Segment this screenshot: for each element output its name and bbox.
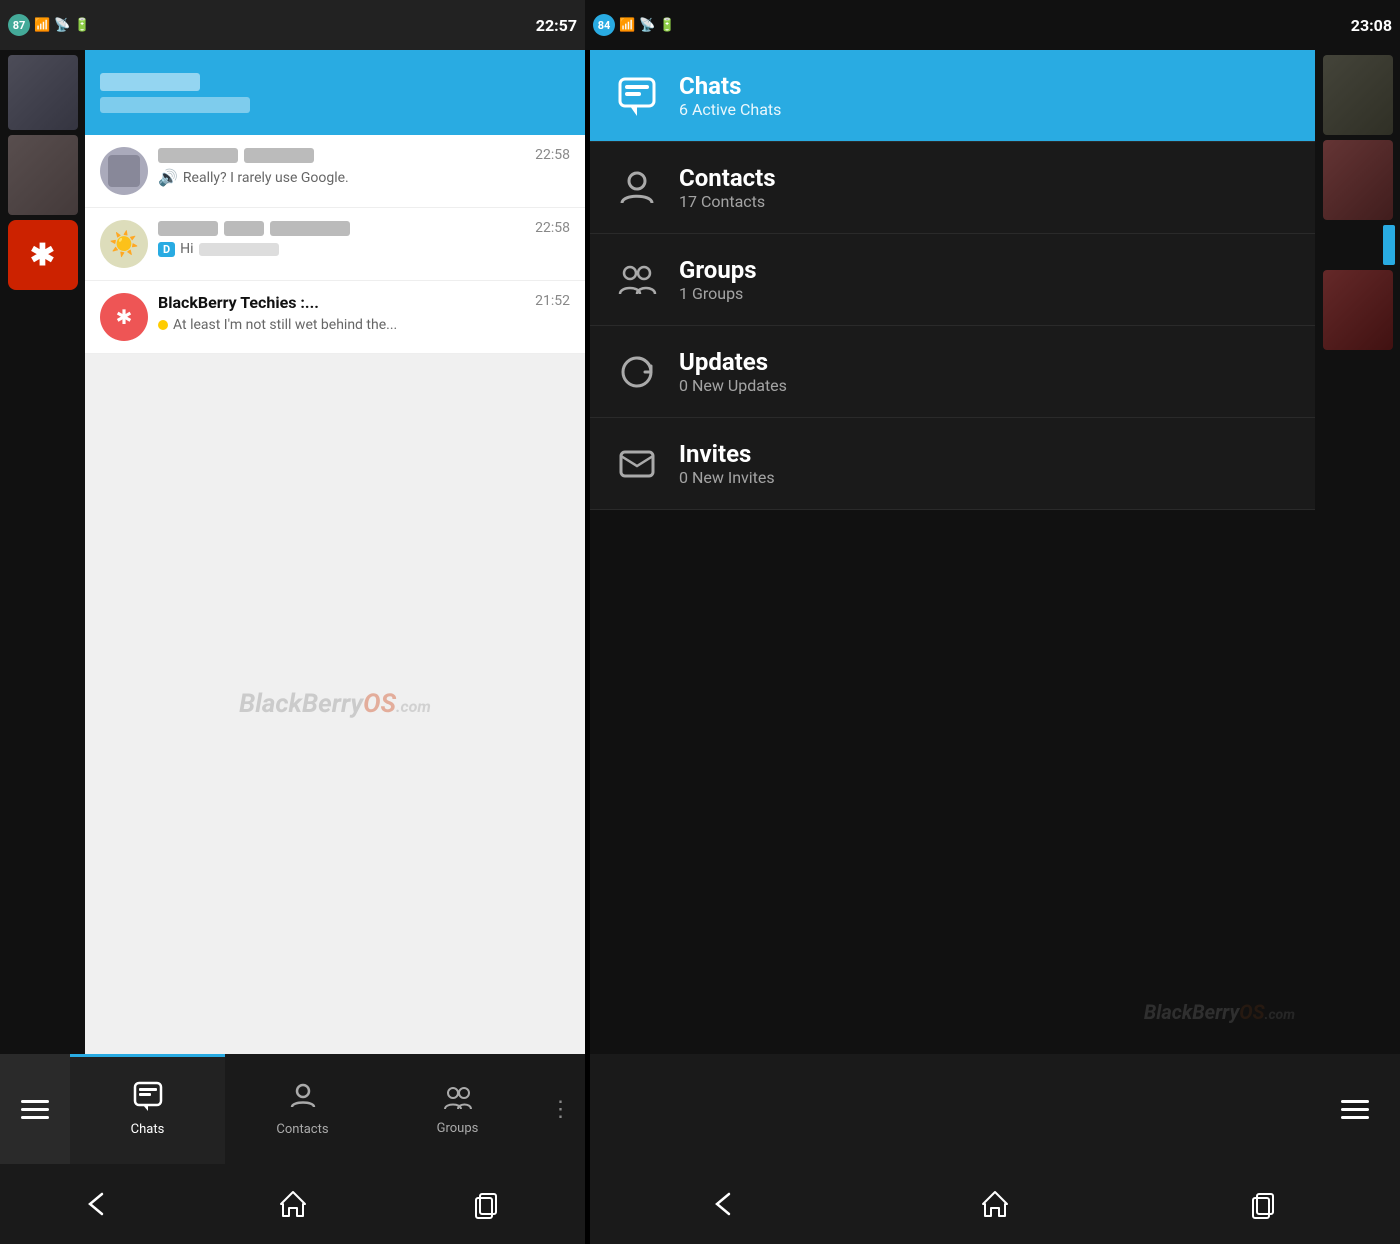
- chat-name-3: BlackBerry Techies :...: [158, 293, 319, 312]
- right-time: 23:08: [1351, 16, 1392, 35]
- contacts-menu-icon: [615, 166, 659, 210]
- hamburger-menu-left[interactable]: [0, 1054, 70, 1164]
- menu-item-chats[interactable]: Chats 6 Active Chats: [590, 50, 1315, 142]
- groups-tab-label: Groups: [437, 1121, 479, 1136]
- invites-menu-title: Invites: [679, 440, 775, 468]
- groups-tab-icon: [443, 1083, 473, 1117]
- contacts-tab-label: Contacts: [276, 1122, 328, 1137]
- chat-time-3: 21:52: [535, 293, 570, 312]
- hamburger-menu-right[interactable]: [1320, 1069, 1390, 1149]
- menu-item-invites[interactable]: Invites 0 New Invites: [590, 418, 1315, 510]
- right-badge: 84: [593, 14, 615, 36]
- menu-item-groups[interactable]: Groups 1 Groups: [590, 234, 1315, 326]
- dot-yellow: [158, 320, 168, 330]
- left-wifi-icon: 📡: [54, 18, 70, 33]
- chat-empty-area: BlackBerryOS.com: [85, 354, 585, 1054]
- recents-button-left[interactable]: [448, 1174, 528, 1234]
- chats-tab-label: Chats: [131, 1122, 165, 1137]
- groups-menu-subtitle: 1 Groups: [679, 284, 757, 303]
- d-badge: D: [158, 242, 175, 257]
- chat-preview-2: Hi: [180, 241, 193, 257]
- groups-menu-icon: [615, 258, 659, 302]
- recents-button-right[interactable]: [1225, 1174, 1305, 1234]
- edge-avatar-red: ✱: [8, 220, 78, 290]
- left-badge: 87: [8, 14, 30, 36]
- contacts-tab-icon: [288, 1081, 318, 1118]
- chat-item-3[interactable]: ✱ BlackBerry Techies :... 21:52 At least…: [85, 281, 585, 354]
- right-edge-photo-1: [1323, 55, 1393, 135]
- edge-photo-1: [8, 55, 78, 130]
- bottom-nav-right: [590, 1054, 1400, 1164]
- home-button-left[interactable]: [253, 1174, 333, 1234]
- invites-menu-subtitle: 0 New Invites: [679, 468, 775, 487]
- chat-header: [85, 50, 585, 135]
- chats-menu-icon: [615, 74, 659, 118]
- right-edge-blue-strip: [1383, 225, 1395, 265]
- contacts-menu-subtitle: 17 Contacts: [679, 192, 776, 211]
- updates-menu-title: Updates: [679, 348, 787, 376]
- left-status-icons: 📶: [34, 18, 50, 33]
- menu-item-updates[interactable]: Updates 0 New Updates: [590, 326, 1315, 418]
- status-bar-left: 87 📶 📡 🔋 22:57: [0, 0, 585, 50]
- invites-menu-icon: [615, 442, 659, 486]
- menu-empty-area: BlackBerryOS.com: [590, 510, 1315, 1054]
- right-status-icons: 📶: [619, 18, 635, 33]
- chats-menu-title: Chats: [679, 72, 781, 100]
- left-battery-icon: 🔋: [74, 18, 90, 33]
- back-button-left[interactable]: [58, 1174, 138, 1234]
- audio-icon: 🔊: [158, 168, 178, 187]
- chat-time-1: 22:58: [535, 147, 570, 163]
- groups-menu-title: Groups: [679, 256, 757, 284]
- left-time: 22:57: [536, 16, 577, 35]
- nav-tab-contacts[interactable]: Contacts: [225, 1054, 380, 1164]
- chat-item-2[interactable]: ☀️ 22:58 D: [85, 208, 585, 281]
- right-wifi-icon: 📡: [639, 18, 655, 33]
- chats-tab-icon: [133, 1081, 163, 1118]
- chats-menu-subtitle: 6 Active Chats: [679, 100, 781, 119]
- right-edge-photo-3: [1323, 270, 1393, 350]
- avatar-2: ☀️: [100, 220, 148, 268]
- menu-panel: Chats 6 Active Chats C: [590, 50, 1315, 1054]
- updates-menu-icon: [615, 350, 659, 394]
- avatar-3: ✱: [100, 293, 148, 341]
- updates-menu-subtitle: 0 New Updates: [679, 376, 787, 395]
- chat-preview-3: At least I'm not still wet behind the...: [173, 317, 397, 333]
- menu-item-contacts[interactable]: Contacts 17 Contacts: [590, 142, 1315, 234]
- bottom-nav-left: Chats Contacts: [0, 1054, 585, 1164]
- more-button[interactable]: ⋮: [535, 1054, 585, 1164]
- system-nav-right: [590, 1164, 1400, 1244]
- back-button-right[interactable]: [685, 1174, 765, 1234]
- system-nav-left: [0, 1164, 585, 1244]
- chat-item-1[interactable]: 22:58 🔊 Really? I rarely use Google.: [85, 135, 585, 208]
- avatar-1: [100, 147, 148, 195]
- nav-tab-chats[interactable]: Chats: [70, 1054, 225, 1164]
- nav-tab-groups[interactable]: Groups: [380, 1054, 535, 1164]
- contacts-menu-title: Contacts: [679, 164, 776, 192]
- chat-preview-1: Really? I rarely use Google.: [183, 170, 349, 186]
- chat-time-2: 22:58: [535, 220, 570, 236]
- status-bar-right: 84 📶 📡 🔋 23:08: [585, 0, 1400, 50]
- right-battery-icon: 🔋: [659, 18, 675, 33]
- right-edge-photo-2: [1323, 140, 1393, 220]
- home-button-right[interactable]: [955, 1174, 1035, 1234]
- edge-photo-2: [8, 135, 78, 215]
